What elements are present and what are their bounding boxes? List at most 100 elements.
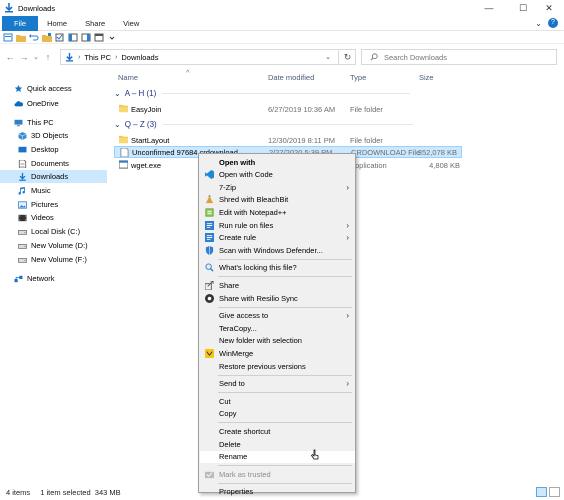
properties-icon[interactable] bbox=[3, 33, 13, 42]
refresh-button[interactable]: ↻ bbox=[338, 49, 356, 65]
sidebar-item-downloads[interactable]: Downloads bbox=[0, 170, 107, 183]
menu-item-cut[interactable]: Cut bbox=[200, 395, 355, 407]
recent-locations-button[interactable]: ⌄ bbox=[31, 53, 41, 61]
network-icon bbox=[14, 275, 23, 283]
download-folder-icon bbox=[5, 3, 13, 13]
group-collapse-icon[interactable]: ⌄ bbox=[114, 89, 121, 98]
address-dropdown-icon[interactable]: ⌄ bbox=[325, 53, 331, 61]
submenu-arrow-icon: › bbox=[346, 220, 349, 230]
menu-item-open-with[interactable]: Open with bbox=[200, 156, 355, 168]
search-input[interactable] bbox=[384, 52, 534, 62]
breadcrumb-downloads[interactable]: Downloads bbox=[121, 53, 158, 62]
menu-item-label: Copy bbox=[219, 409, 237, 419]
sidebar-item-music[interactable]: Music bbox=[0, 184, 107, 197]
menu-item-shred-with-bleachbit[interactable]: Shred with BleachBit bbox=[200, 194, 355, 206]
sidebar-item-onedrive[interactable]: OneDrive bbox=[0, 97, 107, 110]
menu-item-teracopy[interactable]: TeraCopy... bbox=[200, 322, 355, 334]
window-title: Downloads bbox=[18, 3, 56, 13]
minimize-button[interactable]: — bbox=[474, 0, 504, 16]
group-header[interactable]: ⌄ A – H (1) bbox=[114, 89, 411, 98]
sidebar-item-desktop[interactable]: Desktop bbox=[0, 143, 107, 156]
breadcrumb-this-pc[interactable]: This PC bbox=[84, 53, 111, 62]
help-icon[interactable]: ? bbox=[548, 18, 558, 28]
downloads-location-icon bbox=[65, 52, 74, 62]
menu-item-new-folder-with-selection[interactable]: New folder with selection bbox=[200, 335, 355, 347]
trusted-icon bbox=[205, 470, 214, 479]
search-box[interactable] bbox=[361, 49, 557, 65]
group-header[interactable]: ⌄ Q – Z (3) bbox=[114, 120, 413, 129]
file-icon bbox=[120, 147, 129, 158]
ribbon-expand-icon[interactable]: ⌄ bbox=[535, 19, 542, 28]
menu-item-create-shortcut[interactable]: Create shortcut bbox=[200, 425, 355, 437]
menu-item-mark-as-trusted: Mark as trusted bbox=[200, 468, 355, 480]
preview-pane-icon[interactable] bbox=[81, 33, 91, 42]
sidebar-item-label: Quick access bbox=[27, 84, 72, 93]
tab-share[interactable]: Share bbox=[76, 16, 114, 31]
group-label: Q – Z (3) bbox=[124, 120, 157, 129]
tab-file[interactable]: File bbox=[2, 15, 39, 31]
menu-item-open-with-code[interactable]: Open with Code bbox=[200, 169, 355, 181]
large-icons-view-icon[interactable] bbox=[549, 487, 560, 497]
new-folder-qat-icon[interactable] bbox=[16, 33, 26, 42]
sidebar-item-videos[interactable]: Videos bbox=[0, 211, 107, 224]
details-pane-icon[interactable] bbox=[94, 33, 104, 42]
sidebar-item-quick-access[interactable]: Quick access bbox=[0, 82, 107, 95]
sidebar-item-3d-objects[interactable]: 3D Objects bbox=[0, 129, 107, 142]
up-button[interactable]: ↑ bbox=[41, 52, 55, 62]
menu-item-winmerge[interactable]: WinMerge bbox=[200, 347, 355, 359]
menu-item-rename[interactable]: Rename bbox=[200, 450, 355, 463]
sidebar-item-new-volume-d[interactable]: New Volume (D:) bbox=[0, 239, 107, 252]
sidebar-item-new-volume-f[interactable]: New Volume (F:) bbox=[0, 253, 107, 266]
sidebar-item-local-disk-c[interactable]: Local Disk (C:) bbox=[0, 225, 107, 238]
menu-item-share-with-resilio-sync[interactable]: Share with Resilio Sync bbox=[200, 292, 355, 304]
file-row[interactable]: EasyJoin 6/27/2019 10:36 AM File folder bbox=[114, 103, 464, 115]
menu-item-create-rule[interactable]: Create rule › bbox=[200, 232, 355, 244]
menu-item-scan-with-windows-defender[interactable]: Scan with Windows Defender... bbox=[200, 244, 355, 256]
checkbox-icon[interactable] bbox=[55, 33, 65, 42]
address-bar[interactable]: › This PC › Downloads ⌄ bbox=[60, 49, 356, 65]
column-header-type[interactable]: Type bbox=[350, 73, 366, 82]
sidebar-item-label: Downloads bbox=[31, 172, 69, 181]
file-date: 6/27/2019 10:36 AM bbox=[268, 104, 336, 114]
group-collapse-icon[interactable]: ⌄ bbox=[114, 120, 121, 129]
forward-button[interactable]: → bbox=[17, 52, 31, 62]
sidebar-item-documents[interactable]: Documents bbox=[0, 157, 107, 170]
menu-item-run-rule-on-files[interactable]: Run rule on files › bbox=[200, 219, 355, 231]
view-options-icon[interactable] bbox=[68, 33, 78, 42]
file-name: wget.exe bbox=[131, 160, 162, 170]
menu-item-send-to[interactable]: Send to › bbox=[200, 378, 355, 390]
sidebar-item-network[interactable]: Network bbox=[0, 272, 107, 285]
column-header-size[interactable]: Size bbox=[419, 73, 434, 82]
column-header-date[interactable]: Date modified bbox=[268, 73, 314, 82]
breadcrumb-separator-icon: › bbox=[115, 53, 118, 61]
menu-item-edit-with-notepad[interactable]: Edit with Notepad++ bbox=[200, 206, 355, 218]
menu-item-label: Delete bbox=[219, 439, 241, 449]
file-name: StartLayout bbox=[131, 135, 170, 145]
sidebar-item-pictures[interactable]: Pictures bbox=[0, 198, 107, 211]
folder-icon bbox=[119, 135, 128, 144]
submenu-arrow-icon: › bbox=[346, 182, 349, 192]
tab-home[interactable]: Home bbox=[38, 16, 76, 31]
resilio-icon bbox=[205, 293, 214, 303]
menu-item-delete[interactable]: Delete bbox=[200, 438, 355, 450]
column-header-name[interactable]: Name bbox=[118, 73, 138, 82]
search-icon bbox=[370, 53, 378, 61]
menu-item-label: Shred with BleachBit bbox=[219, 195, 289, 205]
menu-item-7-zip[interactable]: 7-Zip › bbox=[200, 181, 355, 193]
menu-item-give-access-to[interactable]: Give access to › bbox=[200, 310, 355, 322]
file-size: 4,808 KB bbox=[429, 160, 460, 170]
menu-item-restore-previous-versions[interactable]: Restore previous versions bbox=[200, 360, 355, 372]
back-button[interactable]: ← bbox=[3, 52, 17, 62]
details-view-icon[interactable] bbox=[536, 487, 547, 497]
undo-icon[interactable] bbox=[29, 33, 39, 42]
menu-item-share[interactable]: Share bbox=[200, 279, 355, 291]
file-row[interactable]: StartLayout 12/30/2019 8:11 PM File folder bbox=[114, 134, 464, 146]
new-folder-icon[interactable] bbox=[42, 32, 52, 42]
sidebar-item-this-pc[interactable]: This PC bbox=[0, 116, 107, 129]
tab-view[interactable]: View bbox=[114, 16, 148, 31]
close-button[interactable]: ✕ bbox=[534, 0, 564, 16]
quick-access-toolbar bbox=[0, 31, 564, 44]
menu-item-what-s-locking-this-file[interactable]: What's locking this file? bbox=[200, 262, 355, 274]
customize-qat-icon[interactable] bbox=[107, 33, 117, 42]
menu-item-copy[interactable]: Copy bbox=[200, 408, 355, 420]
